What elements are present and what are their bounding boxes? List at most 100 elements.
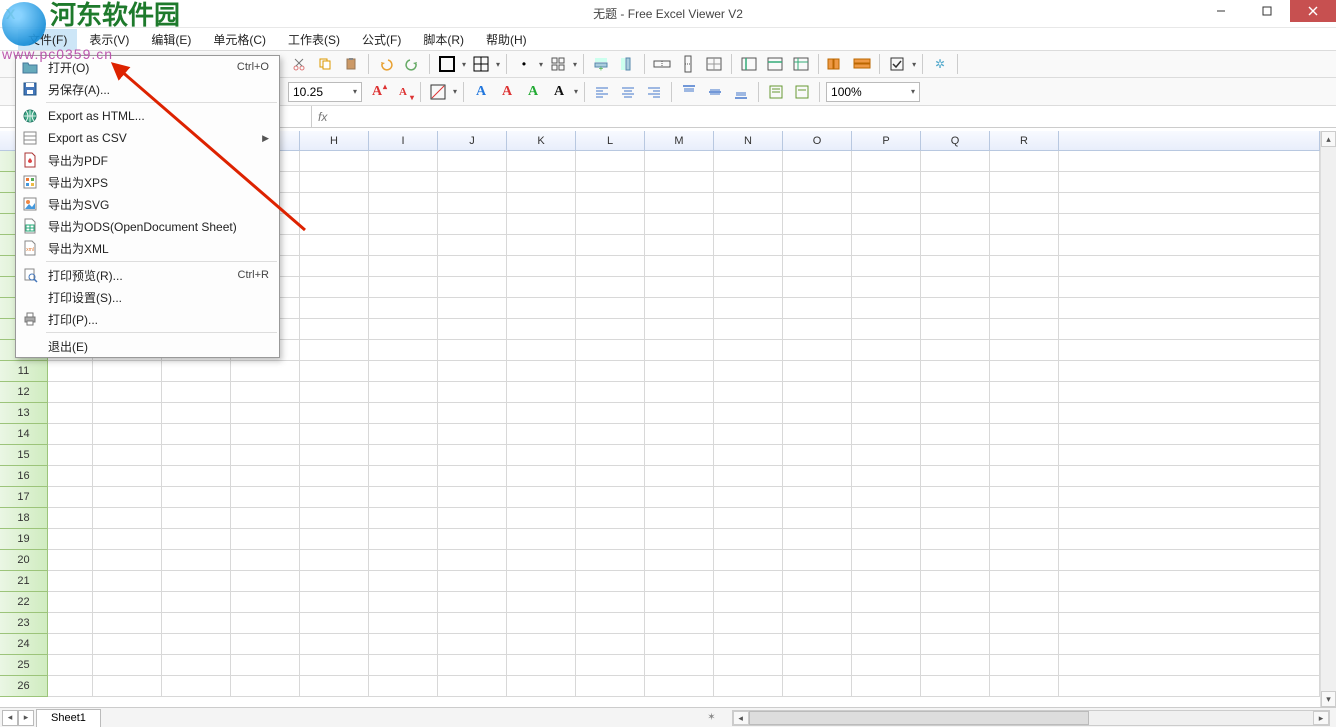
col-header-M[interactable]: M [645,131,714,151]
cell[interactable] [714,361,783,382]
cell[interactable] [852,613,921,634]
cell[interactable] [507,466,576,487]
cell[interactable] [852,382,921,403]
cell[interactable] [645,424,714,445]
border-all-icon[interactable] [470,53,492,75]
align-center-icon[interactable] [617,81,639,103]
cell[interactable] [921,508,990,529]
cell[interactable] [507,550,576,571]
cell[interactable] [783,403,852,424]
cell[interactable] [576,382,645,403]
cell[interactable] [438,676,507,697]
cell[interactable] [438,655,507,676]
cut-icon[interactable] [288,53,310,75]
wrap2-icon[interactable] [791,81,813,103]
cell[interactable] [93,550,162,571]
row-header-18[interactable]: 18 [0,508,48,529]
cell[interactable] [714,655,783,676]
cell[interactable] [231,634,300,655]
cell[interactable] [921,592,990,613]
cell[interactable] [438,529,507,550]
cell[interactable] [507,361,576,382]
cell[interactable] [921,445,990,466]
cell[interactable] [93,592,162,613]
copy-icon[interactable] [314,53,336,75]
cell[interactable] [576,508,645,529]
cell[interactable] [714,592,783,613]
cell[interactable] [645,487,714,508]
fill-none-icon[interactable] [427,81,449,103]
row-header-11[interactable]: 11 [0,361,48,382]
cell[interactable] [990,529,1059,550]
cell[interactable] [369,466,438,487]
cell[interactable] [990,466,1059,487]
cell[interactable] [921,340,990,361]
sheet-tab-1[interactable]: Sheet1 [36,709,101,727]
freeze3-icon[interactable] [790,53,812,75]
menu-export-html[interactable]: Export as HTML... [16,105,279,127]
cell[interactable] [645,676,714,697]
col-header-Q[interactable]: Q [921,131,990,151]
cell[interactable] [162,361,231,382]
cell[interactable] [921,487,990,508]
freeze1-icon[interactable] [738,53,760,75]
col-header-L[interactable]: L [576,131,645,151]
cell[interactable] [714,529,783,550]
horizontal-scrollbar[interactable]: ◂ ▸ [732,710,1330,726]
cell[interactable] [162,445,231,466]
cell[interactable] [48,361,93,382]
cell[interactable] [852,340,921,361]
menu-worksheet[interactable]: 工作表(S) [278,29,350,50]
menu-view[interactable]: 表示(V) [79,29,139,50]
redo-icon[interactable] [401,53,423,75]
cell[interactable] [300,529,369,550]
cell[interactable] [852,634,921,655]
cell[interactable] [783,634,852,655]
cell[interactable] [576,634,645,655]
col-header-I[interactable]: I [369,131,438,151]
cell[interactable] [714,340,783,361]
cell[interactable] [990,508,1059,529]
cell[interactable] [645,361,714,382]
cell[interactable] [852,361,921,382]
cell[interactable] [369,592,438,613]
cell[interactable] [645,445,714,466]
cell[interactable] [852,403,921,424]
row-header-19[interactable]: 19 [0,529,48,550]
cell[interactable] [369,655,438,676]
cell[interactable] [990,676,1059,697]
menu-print-setup[interactable]: 打印设置(S)... [16,286,279,308]
cell[interactable] [507,424,576,445]
menu-export-svg[interactable]: 导出为SVG [16,193,279,215]
cell[interactable] [93,676,162,697]
cell[interactable] [93,382,162,403]
cell[interactable] [507,445,576,466]
cell[interactable] [990,571,1059,592]
font-blue-icon[interactable]: A [470,81,492,103]
cell[interactable] [852,424,921,445]
cell[interactable] [48,508,93,529]
cell[interactable] [48,403,93,424]
cell[interactable] [438,403,507,424]
minimize-button[interactable] [1198,0,1244,22]
cell[interactable] [369,529,438,550]
cell[interactable] [852,655,921,676]
cell[interactable] [921,424,990,445]
cell[interactable] [300,466,369,487]
cell[interactable] [162,655,231,676]
cell[interactable] [507,613,576,634]
align-left-icon[interactable] [591,81,613,103]
cell[interactable] [990,487,1059,508]
cell[interactable] [93,634,162,655]
cell[interactable] [369,445,438,466]
cell[interactable] [852,571,921,592]
cell[interactable] [576,613,645,634]
menu-export-csv[interactable]: Export as CSV ▶ [16,127,279,149]
cell[interactable] [438,613,507,634]
cell[interactable] [300,592,369,613]
menu-print-preview[interactable]: 打印预览(R)... Ctrl+R [16,264,279,286]
cell[interactable] [783,655,852,676]
cell[interactable] [231,403,300,424]
cell[interactable] [576,571,645,592]
cell[interactable] [645,403,714,424]
